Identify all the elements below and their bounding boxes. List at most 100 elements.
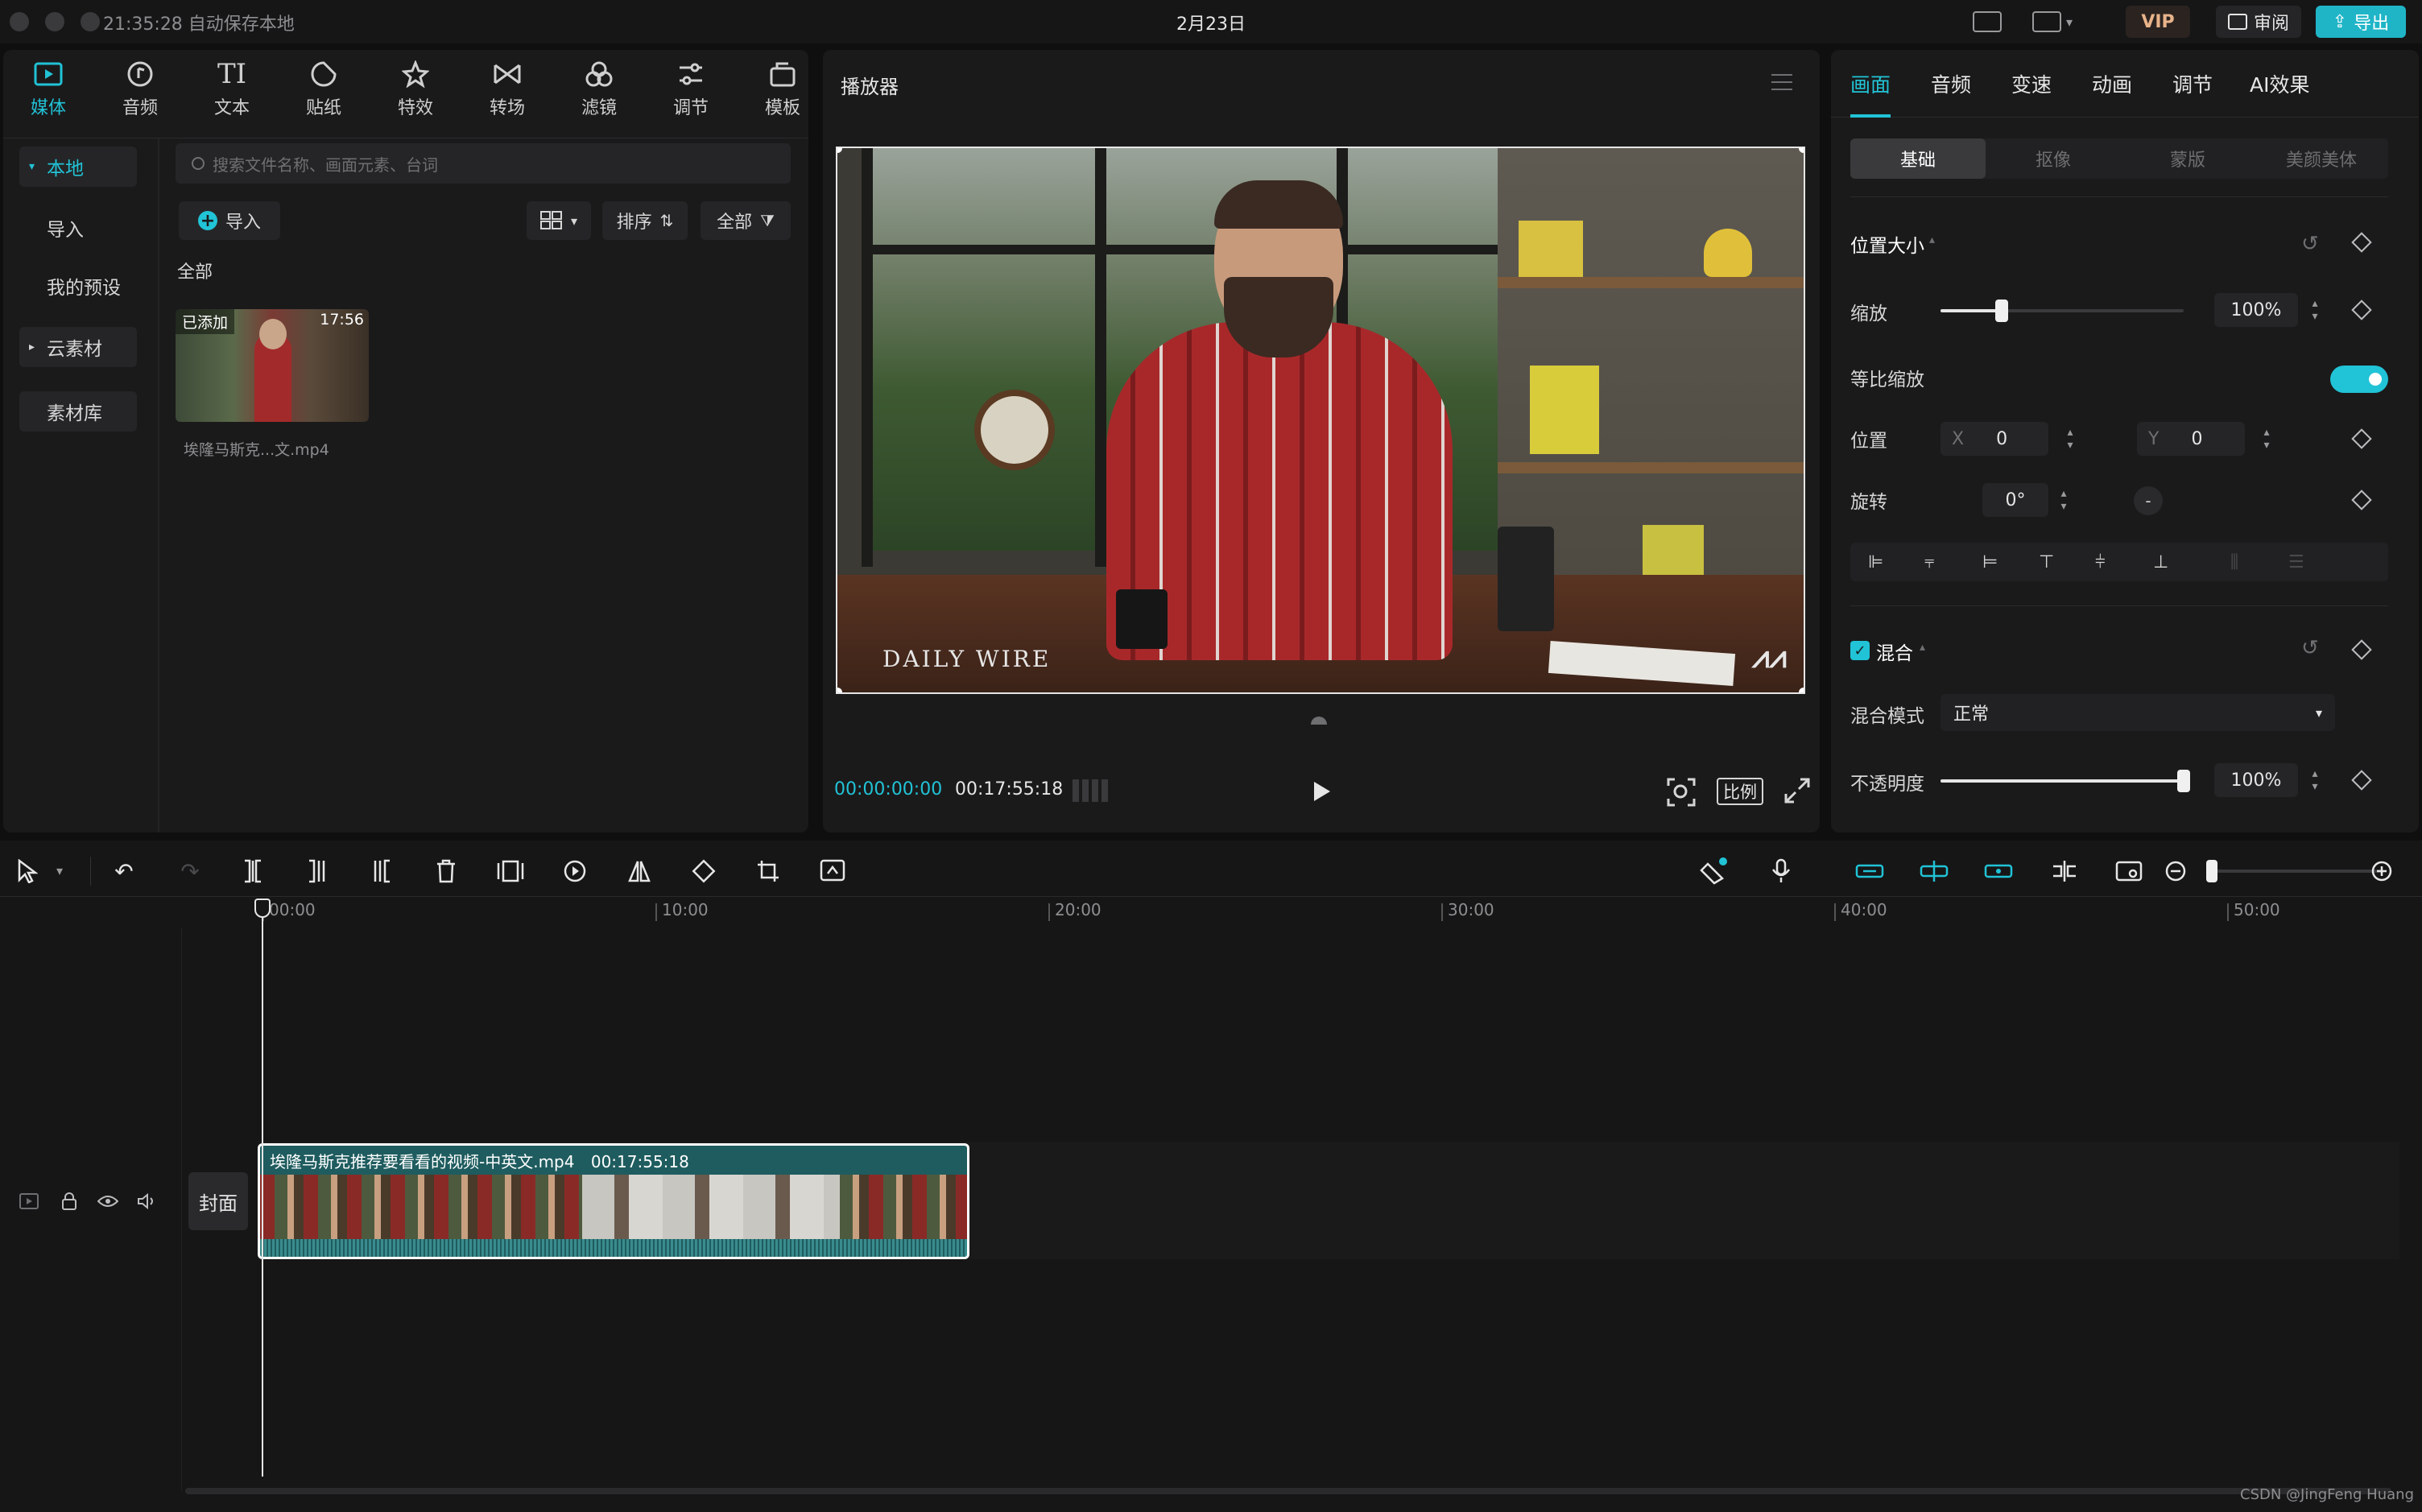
- scale-value[interactable]: 100%: [2214, 293, 2298, 327]
- resize-handle[interactable]: [837, 148, 842, 153]
- mirror-icon[interactable]: [625, 857, 654, 886]
- zoom-out-icon[interactable]: [2161, 857, 2190, 886]
- sidebar-item-cloud[interactable]: ▸ 云素材: [19, 327, 137, 367]
- tab-text[interactable]: TI 文本: [193, 58, 271, 122]
- position-x-stepper[interactable]: ▴ ▾: [2061, 422, 2079, 456]
- align-center-h-icon[interactable]: ⫧: [1924, 552, 1934, 572]
- playhead-handle[interactable]: [254, 899, 271, 918]
- trim-left-icon[interactable]: [303, 857, 332, 886]
- tab-adjust[interactable]: 调节: [652, 58, 729, 122]
- rotate-stepper[interactable]: ▴ ▾: [2055, 483, 2073, 517]
- timeline-ruler[interactable]: [182, 899, 2422, 927]
- filter-button[interactable]: 全部 ⧩: [701, 201, 791, 240]
- playhead-line[interactable]: [262, 908, 263, 1477]
- collapse-icon[interactable]: ▴: [1929, 233, 1935, 246]
- waveform-icon[interactable]: [1073, 779, 1108, 802]
- reverse-icon[interactable]: [560, 857, 589, 886]
- video-preview[interactable]: DAILY WIRE ⩘⩘: [836, 147, 1805, 694]
- position-y-stepper[interactable]: ▴ ▾: [2258, 422, 2275, 456]
- align-left-icon[interactable]: ⊫: [1868, 552, 1883, 572]
- position-x-field[interactable]: X 0: [1940, 422, 2048, 456]
- tab-inspector-adjust[interactable]: 调节: [2172, 69, 2213, 98]
- distribute-v-icon[interactable]: ☰: [2288, 552, 2304, 572]
- select-tool-button[interactable]: [13, 857, 42, 886]
- cover-button[interactable]: 封面: [188, 1172, 248, 1230]
- tab-picture[interactable]: 画面: [1850, 69, 1891, 98]
- player-menu-icon[interactable]: [1771, 74, 1792, 90]
- distribute-h-icon[interactable]: ⫼: [2230, 552, 2238, 572]
- align-right-icon[interactable]: ⊨: [1982, 552, 1998, 572]
- sidebar-item-presets[interactable]: 我的预设: [19, 266, 137, 306]
- zoom-slider-knob[interactable]: [2206, 860, 2217, 882]
- blend-mode-select[interactable]: 正常 ▾: [1940, 694, 2335, 731]
- section-blend[interactable]: 混合: [1876, 638, 1913, 665]
- sort-button[interactable]: 排序 ⇅: [602, 201, 688, 240]
- lock-icon[interactable]: [58, 1190, 81, 1212]
- import-button[interactable]: + 导入: [179, 201, 280, 240]
- position-y-field[interactable]: Y 0: [2137, 422, 2245, 456]
- subtab-cutout[interactable]: 抠像: [1986, 138, 2121, 179]
- ratio-button[interactable]: 比例: [1717, 778, 1763, 805]
- tab-sticker[interactable]: 贴纸: [285, 58, 362, 122]
- subtab-basic[interactable]: 基础: [1850, 138, 1986, 179]
- tab-animation[interactable]: 动画: [2092, 69, 2132, 98]
- eye-icon[interactable]: [97, 1190, 119, 1212]
- review-button[interactable]: 审阅: [2216, 6, 2301, 38]
- undo-icon[interactable]: ↶: [110, 857, 138, 886]
- play-button[interactable]: [1312, 781, 1332, 802]
- tab-inspector-audio[interactable]: 音频: [1931, 69, 1971, 98]
- tab-transition[interactable]: 转场: [469, 58, 546, 122]
- tab-ai-effects[interactable]: AI效果: [2250, 69, 2309, 98]
- reset-icon[interactable]: ↺: [2301, 636, 2319, 660]
- smart-frame-icon[interactable]: [818, 857, 847, 886]
- rotate-value[interactable]: 0°: [1982, 483, 2048, 517]
- sidebar-item-library[interactable]: 素材库: [19, 391, 137, 432]
- opacity-value[interactable]: 100%: [2214, 763, 2298, 797]
- keyboard-icon[interactable]: [1973, 11, 2002, 32]
- tab-speed[interactable]: 变速: [2011, 69, 2052, 98]
- rotate-dial[interactable]: -: [2134, 486, 2163, 515]
- sidebar-item-import[interactable]: 导入: [19, 208, 137, 248]
- tab-media[interactable]: 媒体: [10, 58, 87, 122]
- fullscreen-button[interactable]: [1784, 778, 1810, 804]
- trim-right-icon[interactable]: [367, 857, 396, 886]
- microphone-icon[interactable]: [1767, 857, 1796, 886]
- export-button[interactable]: ⇪ 导出: [2316, 6, 2406, 38]
- align-bottom-icon[interactable]: ⊥: [2153, 552, 2168, 572]
- tab-filter[interactable]: 滤镜: [560, 58, 638, 122]
- auto-snap-icon[interactable]: [1920, 857, 1949, 886]
- tab-effects[interactable]: 特效: [377, 58, 454, 122]
- timeline-clip[interactable]: 埃隆马斯克推荐要看看的视频-中英文.mp4 00:17:55:18: [258, 1143, 969, 1259]
- layout-icon[interactable]: [2032, 11, 2061, 32]
- scale-slider-knob[interactable]: [1995, 300, 2008, 322]
- vip-button[interactable]: VIP: [2126, 6, 2190, 38]
- subtab-mask[interactable]: 蒙版: [2121, 138, 2255, 179]
- main-track-magnet-icon[interactable]: [1855, 857, 1884, 886]
- media-clip-thumbnail[interactable]: 已添加 17:56: [176, 309, 369, 422]
- opacity-slider[interactable]: [1940, 770, 2190, 792]
- timeline-scrollbar[interactable]: [185, 1488, 2391, 1494]
- section-position-size[interactable]: 位置大小: [1850, 230, 1924, 258]
- speaker-icon[interactable]: [135, 1190, 158, 1212]
- sidebar-item-local[interactable]: ▾ 本地: [19, 147, 137, 187]
- subtab-beauty[interactable]: 美颜美体: [2255, 138, 2388, 179]
- zoom-slider[interactable]: [2206, 860, 2383, 882]
- split-icon[interactable]: [238, 857, 267, 886]
- redo-icon[interactable]: ↷: [176, 857, 205, 886]
- media-search-input[interactable]: 搜索文件名称、画面元素、台词: [176, 143, 791, 184]
- ai-magic-icon[interactable]: [1699, 857, 1728, 886]
- blend-checkbox[interactable]: ✓: [1850, 641, 1870, 660]
- view-mode-button[interactable]: ▾: [527, 201, 591, 240]
- scale-slider[interactable]: [1940, 300, 2184, 322]
- select-tool-chevron-down-icon[interactable]: ▾: [56, 863, 63, 878]
- resize-handle[interactable]: [1799, 688, 1804, 692]
- freeze-frame-icon[interactable]: [496, 857, 525, 886]
- preview-axis-icon[interactable]: [2050, 857, 2079, 886]
- opacity-slider-knob[interactable]: [2177, 770, 2190, 792]
- linkage-icon[interactable]: [1984, 857, 2013, 886]
- uniform-scale-toggle[interactable]: [2330, 366, 2388, 393]
- zoom-fit-button[interactable]: [1667, 778, 1696, 807]
- layout-chevron-down-icon[interactable]: ▾: [2066, 14, 2073, 30]
- align-top-icon[interactable]: ⊤: [2039, 552, 2054, 572]
- tab-template[interactable]: 模板: [744, 58, 821, 122]
